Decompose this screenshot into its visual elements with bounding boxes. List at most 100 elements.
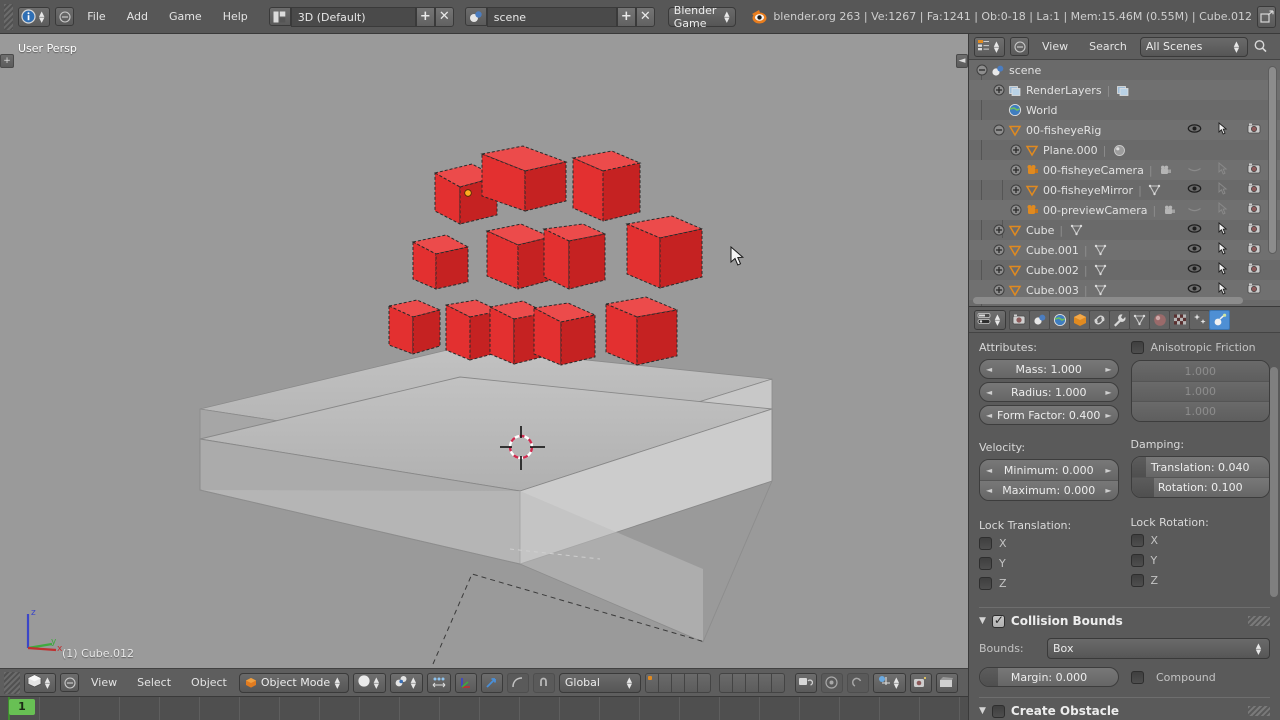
data-tab[interactable] — [1129, 309, 1150, 330]
collision-bounds-checkbox[interactable] — [991, 613, 1005, 628]
outliner-display-mode-selector[interactable]: All Scenes ▲ ▼ — [1139, 36, 1248, 57]
render-border-icon[interactable] — [909, 672, 932, 693]
renderability-toggle-icon[interactable] — [1246, 202, 1262, 215]
pivot-point-selector[interactable]: ▲ ▼ — [389, 672, 423, 693]
outliner-tree[interactable]: scene RenderLayers | World 00-fisheyeRig Plan… — [969, 60, 1280, 306]
visibility-toggle-icon[interactable] — [1186, 223, 1202, 234]
mesh-data-icon[interactable] — [1147, 183, 1163, 197]
renderability-toggle-icon[interactable] — [1246, 182, 1262, 195]
current-frame-indicator[interactable]: 1 — [9, 699, 35, 715]
outliner-row[interactable]: 00-fisheyeRig — [969, 120, 1280, 140]
delete-scene-button[interactable]: ✕ — [635, 6, 655, 27]
lock-scene-icon[interactable] — [794, 672, 817, 693]
outliner-collapse-menu-icon[interactable] — [1010, 37, 1029, 56]
visibility-toggle-icon[interactable] — [1186, 183, 1202, 194]
expand-plus-icon[interactable] — [992, 224, 1005, 237]
lock-translation-y-row[interactable]: Y — [979, 557, 1119, 570]
properties-editor-type-selector[interactable]: ▲ ▼ — [974, 309, 1006, 330]
velocity-maximum-slider[interactable]: ◄ Maximum: 0.000 ► — [980, 480, 1118, 500]
lock-rotation-x-checkbox[interactable] — [1130, 534, 1144, 547]
outliner-row[interactable]: 00-fisheyeCamera | — [969, 160, 1280, 180]
layer-grid-top[interactable] — [644, 672, 711, 693]
mass-decrease-arrow[interactable]: ◄ — [986, 365, 992, 374]
lock-translation-z-row[interactable]: Z — [979, 577, 1119, 590]
collision-bounds-panel-header[interactable]: ▼ Collision Bounds — [979, 607, 1270, 628]
damping-rotation-slider[interactable]: Rotation: 0.100 — [1131, 477, 1269, 497]
scale-manipulator-icon[interactable] — [506, 672, 529, 693]
velocity-min-increase-arrow[interactable]: ► — [1105, 466, 1111, 475]
selectability-toggle-icon[interactable] — [1216, 122, 1232, 135]
mass-slider[interactable]: ◄ Mass: 1.000 ► — [979, 359, 1119, 379]
velocity-min-decrease-arrow[interactable]: ◄ — [986, 466, 992, 475]
properties-region-toggle-icon[interactable]: ◄ — [956, 54, 968, 68]
camera-data-icon[interactable] — [1158, 163, 1174, 177]
mass-increase-arrow[interactable]: ► — [1105, 365, 1111, 374]
rotate-manipulator-icon[interactable] — [480, 672, 503, 693]
velocity-max-decrease-arrow[interactable]: ◄ — [986, 486, 992, 495]
collapse-menu-icon[interactable] — [55, 7, 75, 26]
physics-tab[interactable] — [1209, 309, 1230, 330]
lock-rotation-x-row[interactable]: X — [1130, 534, 1271, 547]
render-tab[interactable] — [1009, 309, 1030, 330]
shading-chevron-icon[interactable]: ▲ ▼ — [371, 673, 382, 692]
collapse-minus-icon[interactable] — [992, 124, 1005, 137]
snap-chevron-icon[interactable]: ▲ ▼ — [891, 673, 902, 692]
velocity-max-increase-arrow[interactable]: ► — [1105, 486, 1111, 495]
translate-manipulator-icon[interactable] — [454, 672, 477, 693]
expand-plus-icon[interactable] — [992, 84, 1005, 97]
renderability-toggle-icon[interactable] — [1246, 262, 1262, 275]
interaction-mode-selector[interactable]: Object Mode ▲ ▼ — [238, 672, 349, 693]
collision-bounds-expand-triangle-icon[interactable]: ▼ — [979, 616, 986, 626]
visibility-toggle-icon[interactable] — [1186, 203, 1202, 214]
visibility-toggle-icon[interactable] — [1186, 163, 1202, 174]
search-filter-icon[interactable] — [1253, 39, 1268, 54]
scene-name-field[interactable]: scene — [486, 6, 617, 27]
viewport-menu-view[interactable]: View — [83, 673, 125, 693]
create-obstacle-checkbox[interactable] — [991, 704, 1005, 718]
panel-resize-grip[interactable] — [1248, 616, 1270, 626]
layer-button-7[interactable] — [731, 672, 746, 693]
viewport-editor-type-arrows[interactable]: ▲ ▼ — [42, 673, 53, 692]
layer-button-3[interactable] — [670, 672, 685, 693]
layer-button-4[interactable] — [683, 672, 698, 693]
outliner-row[interactable]: 00-fisheyeMirror | — [969, 180, 1280, 200]
selectability-toggle-icon[interactable] — [1216, 162, 1232, 175]
properties-editor-arrows[interactable]: ▲ ▼ — [992, 310, 1003, 329]
anisotropic-friction-z[interactable]: 1.000 — [1131, 401, 1269, 421]
anisotropic-friction-y[interactable]: 1.000 — [1131, 381, 1269, 401]
lock-rotation-y-row[interactable]: Y — [1130, 554, 1271, 567]
viewport-shading-selector[interactable]: ▲ ▼ — [352, 672, 386, 693]
particles-tab[interactable] — [1189, 309, 1210, 330]
outliner-editor-type-selector[interactable]: ▲ ▼ — [974, 36, 1005, 57]
expand-plus-icon[interactable] — [1009, 184, 1022, 197]
lock-translation-x-row[interactable]: X — [979, 537, 1119, 550]
mesh-data-icon[interactable] — [1093, 263, 1109, 277]
add-screen-layout-button[interactable]: + — [415, 6, 435, 27]
velocity-minimum-slider[interactable]: ◄ Minimum: 0.000 ► — [980, 460, 1118, 480]
transform-orientation-selector[interactable]: Global ▲ ▼ — [558, 672, 641, 693]
outliner-horizontal-scrollbar[interactable] — [973, 297, 1243, 304]
renderability-toggle-icon[interactable] — [1246, 282, 1262, 295]
form-factor-slider[interactable]: ◄ Form Factor: 0.400 ► — [979, 405, 1119, 425]
editor-type-arrows[interactable]: ▲ ▼ — [36, 7, 47, 26]
create-obstacle-resize-grip[interactable] — [1248, 706, 1270, 716]
expand-plus-icon[interactable] — [992, 264, 1005, 277]
snap-element-icon[interactable] — [846, 672, 869, 693]
anisotropic-friction-row[interactable]: Anisotropic Friction — [1130, 341, 1271, 354]
manipulator-toggle-icon[interactable] — [426, 672, 451, 693]
render-preview-selector[interactable]: ▲ ▼ — [872, 672, 906, 693]
form-factor-increase-arrow[interactable]: ► — [1105, 411, 1111, 420]
scene-tab[interactable] — [1029, 309, 1050, 330]
object-tab[interactable] — [1069, 309, 1090, 330]
bounds-type-selector[interactable]: Box ▲ ▼ — [1047, 638, 1270, 659]
properties-vertical-scrollbar[interactable] — [1270, 367, 1278, 597]
layer-button-6[interactable] — [718, 672, 733, 693]
expand-plus-icon[interactable] — [1009, 144, 1022, 157]
renderability-toggle-icon[interactable] — [1246, 162, 1262, 175]
layer-button-10[interactable] — [770, 672, 785, 693]
screen-layout-icon[interactable] — [268, 7, 291, 26]
opengl-render-icon[interactable] — [935, 672, 958, 693]
menu-game[interactable]: Game — [161, 7, 210, 27]
create-obstacle-expand-triangle-icon[interactable]: ▼ — [979, 706, 986, 716]
snap-magnet-icon[interactable] — [532, 672, 555, 693]
